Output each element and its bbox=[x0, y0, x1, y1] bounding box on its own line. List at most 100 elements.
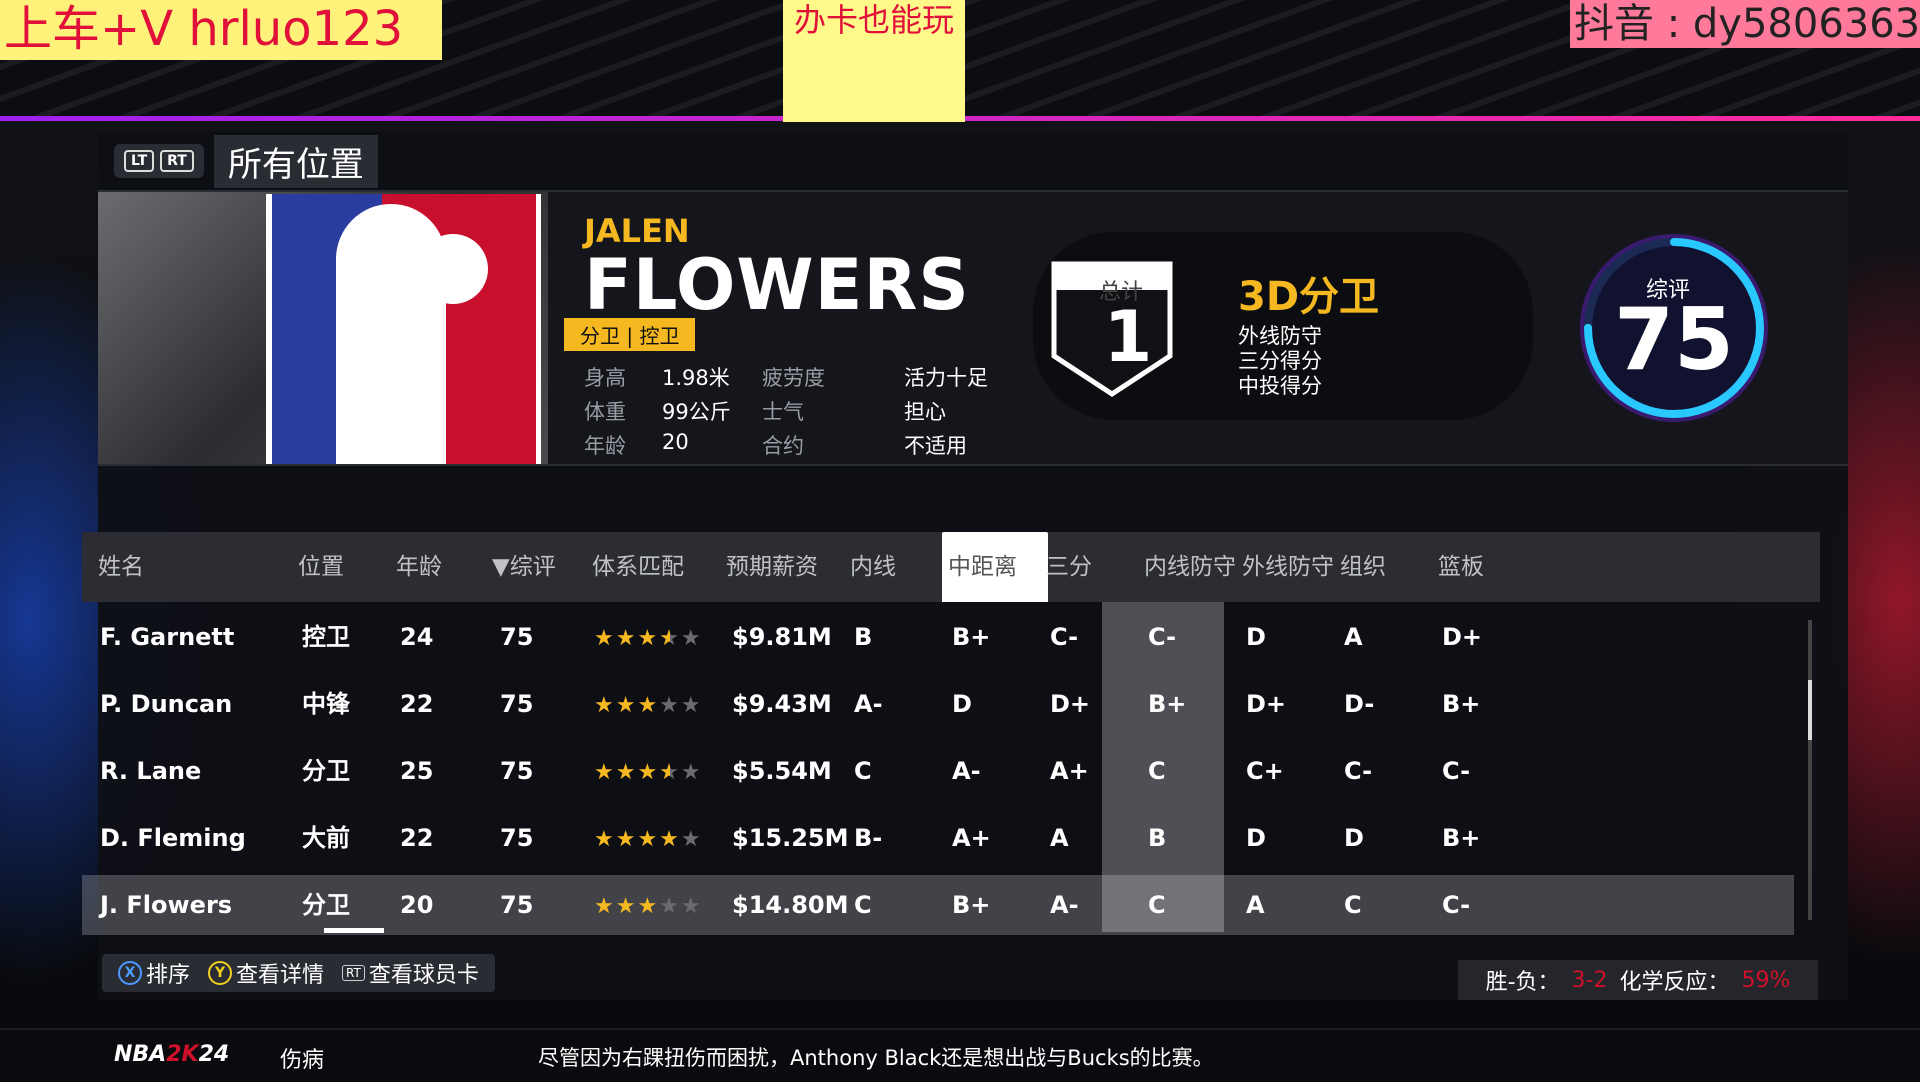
cell-idef: C bbox=[1148, 891, 1166, 919]
cell-ovr: 75 bbox=[500, 623, 534, 651]
cell-ins: A- bbox=[854, 690, 883, 718]
cell-reb: C- bbox=[1442, 891, 1471, 919]
watermark-left: 上车+V hrluo123 bbox=[0, 0, 442, 60]
cell-play: A bbox=[1344, 623, 1363, 651]
column-header[interactable]: 外线防守 bbox=[1242, 532, 1334, 602]
star-rating-icon: ★★★★★ bbox=[594, 894, 703, 919]
table-row[interactable]: J. Flowers 分卫 20 75 ★★★★★ $14.80M C B+ A- C A C C- bbox=[82, 875, 1794, 935]
sort-hint[interactable]: X 排序 bbox=[118, 957, 190, 989]
button-hints: X 排序 Y 查看详情 RT 查看球员卡 bbox=[102, 954, 495, 992]
table-row[interactable]: F. Garnett 控卫 24 75 ★★★★★ $9.81M B B+ C- C- D A D+ bbox=[82, 607, 1794, 667]
cell-name: D. Fleming bbox=[100, 824, 246, 852]
cell-ins: C bbox=[854, 757, 872, 785]
watermark-center: 办卡也能玩 bbox=[783, 0, 965, 122]
cell-pos: 控卫 bbox=[302, 623, 350, 651]
player-card-hint[interactable]: RT 查看球员卡 bbox=[342, 957, 479, 989]
column-header[interactable]: 组织 bbox=[1340, 532, 1386, 602]
cell-ovr: 75 bbox=[500, 824, 534, 852]
nba2k24-logo: NBA2K24 bbox=[114, 1042, 230, 1067]
cell-idef: C- bbox=[1148, 623, 1177, 651]
fit-stars: ★★★★★ bbox=[594, 607, 703, 667]
bio-value: 活力十足 bbox=[904, 366, 988, 390]
roster-table: 姓名 位置 年龄 ▼综评 体系匹配 预期薪资 内线 中距离 三分 内线防守 外线防守 组织 篮板 F. … bbox=[82, 532, 1820, 935]
column-header[interactable]: 体系匹配 bbox=[592, 532, 684, 602]
bio-key: 疲劳度 bbox=[762, 366, 825, 390]
cell-mid: B+ bbox=[952, 891, 991, 919]
cell-ins: B bbox=[854, 623, 873, 651]
x-button-icon: X bbox=[118, 961, 142, 985]
trigger-buttons[interactable]: LT RT bbox=[114, 144, 204, 178]
hint-label: 排序 bbox=[146, 963, 191, 988]
details-hint[interactable]: Y 查看详情 bbox=[208, 957, 324, 989]
cell-salary: $9.81M bbox=[732, 623, 832, 651]
archetype-traits: 外线防守 三分得分 中投得分 bbox=[1238, 324, 1322, 399]
cell-name: J. Flowers bbox=[100, 891, 233, 919]
scrollbar[interactable] bbox=[1808, 620, 1812, 920]
cell-ins: C bbox=[854, 891, 872, 919]
cell-mid: A+ bbox=[952, 824, 991, 852]
cell-three: A bbox=[1050, 824, 1069, 852]
cell-ins: B- bbox=[854, 824, 883, 852]
table-body: F. Garnett 控卫 24 75 ★★★★★ $9.81M B B+ C- C- D A D+ P.… bbox=[82, 602, 1820, 935]
column-header[interactable]: 位置 bbox=[298, 532, 344, 602]
cell-three: A- bbox=[1050, 891, 1079, 919]
cell-play: C bbox=[1344, 891, 1362, 919]
column-header[interactable]: 内线 bbox=[850, 532, 896, 602]
cell-play: D bbox=[1344, 824, 1364, 852]
cell-pdef: D+ bbox=[1246, 690, 1287, 718]
player-photo bbox=[98, 192, 548, 464]
nba-logo-icon bbox=[266, 194, 541, 464]
rt-button[interactable]: RT bbox=[160, 150, 194, 172]
star-rating-icon: ★★★★★ bbox=[594, 626, 703, 651]
column-header[interactable]: ▼综评 bbox=[492, 532, 556, 602]
column-header[interactable]: 预期薪资 bbox=[726, 532, 818, 602]
win-loss-value: 3-2 bbox=[1571, 967, 1608, 993]
table-row[interactable]: P. Duncan 中锋 22 75 ★★★★★ $9.43M A- D D+ B+ D+ D- B+ bbox=[82, 674, 1794, 734]
bio-key: 体重 bbox=[584, 400, 626, 424]
bio-value: 99公斤 bbox=[662, 400, 731, 424]
cell-mid: D bbox=[952, 690, 972, 718]
overall-value: 75 bbox=[1614, 290, 1734, 390]
news-ticker: NBA2K24 伤病 尽管因为右踝扭伤而困扰，Anthony Black还是想出… bbox=[0, 1028, 1920, 1082]
cell-pdef: D bbox=[1246, 623, 1266, 651]
trait: 外线防守 bbox=[1238, 324, 1322, 348]
column-header[interactable]: 内线防守 bbox=[1144, 532, 1236, 602]
cell-age: 22 bbox=[400, 824, 434, 852]
fit-stars: ★★★★★ bbox=[594, 808, 703, 868]
cell-ovr: 75 bbox=[500, 757, 534, 785]
cell-ovr: 75 bbox=[500, 891, 534, 919]
lt-button[interactable]: LT bbox=[124, 150, 155, 172]
cell-mid: A- bbox=[952, 757, 981, 785]
column-header[interactable]: 篮板 bbox=[1438, 532, 1484, 602]
cell-play: D- bbox=[1344, 690, 1375, 718]
cell-reb: C- bbox=[1442, 757, 1471, 785]
cell-age: 20 bbox=[400, 891, 434, 919]
cell-reb: B+ bbox=[1442, 824, 1481, 852]
win-loss-label: 胜-负： bbox=[1485, 970, 1560, 995]
hint-label: 查看详情 bbox=[236, 963, 325, 988]
fit-stars: ★★★★★ bbox=[594, 875, 703, 935]
column-header[interactable]: 中距离 bbox=[942, 532, 1048, 602]
star-rating-icon: ★★★★★ bbox=[594, 827, 703, 852]
fit-stars: ★★★★★ bbox=[594, 674, 703, 734]
selection-underline bbox=[324, 928, 384, 933]
team-record: 胜-负： 3-2 化学反应： 59% bbox=[1458, 960, 1818, 1000]
cell-pos: 中锋 bbox=[302, 690, 350, 718]
table-row[interactable]: D. Fleming 大前 22 75 ★★★★★ $15.25M B- A+ A B D D B+ bbox=[82, 808, 1794, 868]
cell-pos: 分卫 bbox=[302, 891, 350, 919]
rank-value: 1 bbox=[1103, 296, 1153, 378]
table-row[interactable]: R. Lane 分卫 25 75 ★★★★★ $5.54M C A- A+ C C+ C- C- bbox=[82, 741, 1794, 801]
position-filter-label[interactable]: 所有位置 bbox=[213, 134, 378, 188]
y-button-icon: Y bbox=[208, 961, 233, 985]
column-header[interactable]: 年龄 bbox=[396, 532, 442, 602]
rt-trigger-icon: RT bbox=[342, 965, 365, 981]
cell-name: F. Garnett bbox=[100, 623, 235, 651]
player-bio: 身高 1.98米 疲劳度 活力十足 体重 99公斤 士气 担心 年龄 20 合约… bbox=[584, 362, 1024, 460]
column-header[interactable]: 三分 bbox=[1046, 532, 1092, 602]
player-last-name: FLOWERS bbox=[584, 244, 970, 326]
cell-pdef: D bbox=[1246, 824, 1266, 852]
watermark-right: 抖音 : dy5806363 bbox=[1570, 0, 1920, 48]
cell-reb: B+ bbox=[1442, 690, 1481, 718]
cell-three: C- bbox=[1050, 623, 1079, 651]
column-header[interactable]: 姓名 bbox=[98, 532, 144, 602]
